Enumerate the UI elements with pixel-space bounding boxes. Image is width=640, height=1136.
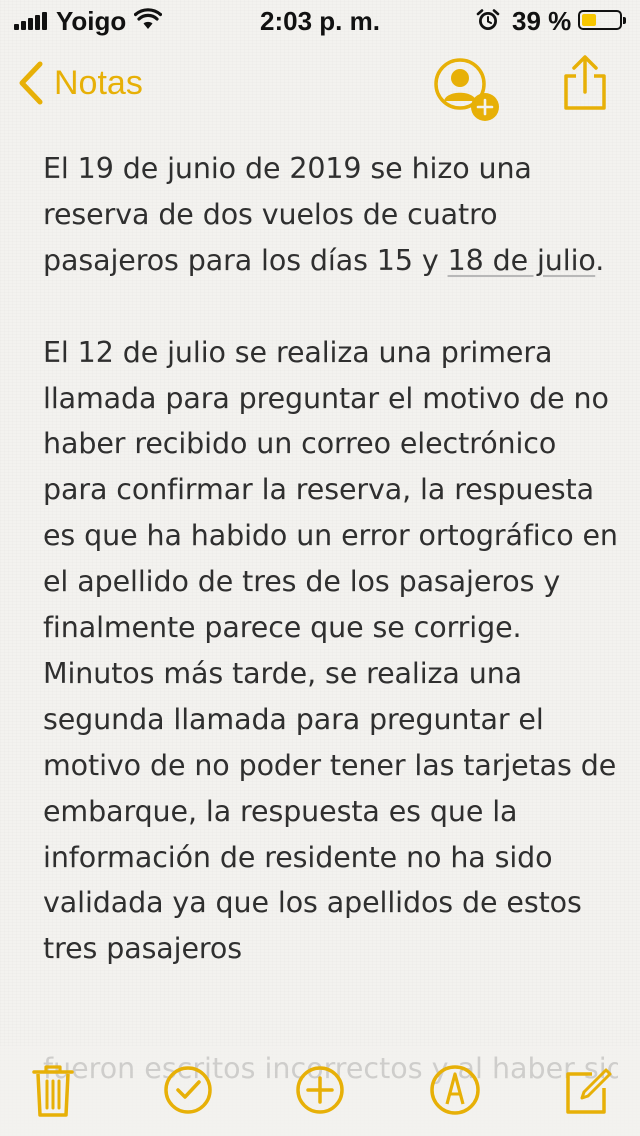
add-people-icon[interactable] (432, 56, 504, 126)
date-link[interactable]: 18 de julio (448, 244, 596, 277)
back-button[interactable]: Notas (18, 58, 143, 108)
note-paragraph: El 12 de julio se realiza una primera ll… (43, 335, 618, 966)
add-icon[interactable] (294, 1062, 346, 1118)
alarm-clock-icon (476, 9, 500, 30)
battery-percentage: 39 % (512, 6, 572, 36)
trash-icon[interactable] (28, 1062, 78, 1118)
chevron-left-icon (19, 61, 43, 105)
bottom-toolbar: fueron escritos incorrectos y al haber s… (0, 1046, 640, 1136)
navigation-bar: Notas (0, 40, 640, 128)
markup-icon[interactable] (428, 1062, 482, 1118)
note-text-editor[interactable]: El 19 de junio de 2019 se hizo una reser… (43, 146, 618, 1046)
battery-level-fill (582, 14, 596, 26)
battery-icon (578, 10, 626, 30)
status-bar: Yoigo 2:03 p. m. 39 % (0, 0, 640, 40)
compose-icon[interactable] (562, 1062, 616, 1118)
note-paragraph: El 19 de junio de 2019 se hizo una reser… (43, 146, 618, 284)
checklist-icon[interactable] (162, 1062, 214, 1118)
share-icon[interactable] (560, 54, 610, 112)
back-button-label: Notas (54, 63, 143, 102)
note-paragraph-punctuation: . (595, 243, 605, 277)
